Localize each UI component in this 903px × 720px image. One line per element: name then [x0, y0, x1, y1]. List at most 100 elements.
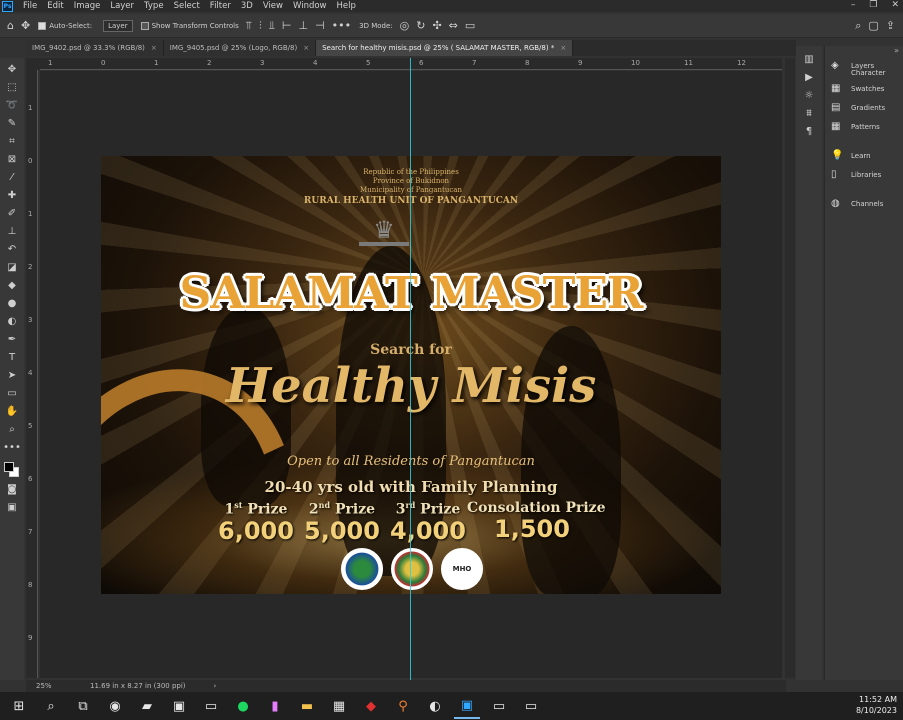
- paragraph-icon[interactable]: ¶: [799, 122, 819, 140]
- workspace-icon[interactable]: ▢: [868, 19, 878, 32]
- vertical-ruler[interactable]: 1 0 1 2 3 4 5 6 7 8 9: [26, 70, 38, 678]
- align-left-icon[interactable]: ⊢: [282, 19, 292, 32]
- app-launcher-icon[interactable]: ◉: [102, 693, 128, 719]
- status-menu-arrow-icon[interactable]: ›: [214, 682, 217, 690]
- vertical-guide-line[interactable]: [410, 58, 411, 680]
- menu-help[interactable]: Help: [332, 1, 361, 11]
- menu-3d[interactable]: 3D: [236, 1, 258, 11]
- panel-patterns[interactable]: ▦ Patterns: [825, 117, 903, 136]
- search-icon[interactable]: ⌕: [855, 19, 861, 33]
- file-explorer-icon[interactable]: ▬: [294, 693, 320, 719]
- menu-filter[interactable]: Filter: [205, 1, 236, 11]
- collapse-panels-icon[interactable]: »: [825, 46, 903, 56]
- frame-tool-icon[interactable]: ⊠: [2, 150, 22, 168]
- app-notes-icon[interactable]: ▰: [134, 693, 160, 719]
- history-brush-tool-icon[interactable]: ↶: [2, 240, 22, 258]
- rectangle-tool-icon[interactable]: ▭: [2, 384, 22, 402]
- align-bottom-icon[interactable]: ⫫: [269, 19, 275, 33]
- app-white-icon[interactable]: ▭: [486, 693, 512, 719]
- home-icon[interactable]: ⌂: [7, 19, 14, 32]
- video-camera-icon[interactable]: ▭: [465, 19, 475, 32]
- foreground-color[interactable]: [4, 462, 14, 472]
- paint-bucket-tool-icon[interactable]: ◆: [2, 276, 22, 294]
- align-top-icon[interactable]: ⫪: [246, 19, 252, 33]
- share-icon[interactable]: ⇪: [886, 19, 895, 32]
- healing-brush-tool-icon[interactable]: ✚: [2, 186, 22, 204]
- actions-play-icon[interactable]: ▶: [799, 68, 819, 86]
- app-red-icon[interactable]: ◆: [358, 693, 384, 719]
- stamp-tool-icon[interactable]: ⊥: [2, 222, 22, 240]
- tab-search-healthy-misis[interactable]: Search for healthy misis.psd @ 25% ( SAL…: [316, 40, 574, 56]
- move-tool-icon[interactable]: ✥: [2, 60, 22, 78]
- horizontal-ruler[interactable]: 1 0 1 2 3 4 5 6 7 8 9 10 11 12: [40, 58, 782, 70]
- menu-file[interactable]: File: [18, 1, 42, 11]
- close-tab-icon[interactable]: ×: [151, 44, 157, 52]
- properties-icon[interactable]: ⩩: [799, 104, 819, 122]
- poster-artwork[interactable]: ♛ Republic of the Philippines Province o…: [101, 156, 721, 594]
- windows-start-icon[interactable]: ⊞: [6, 693, 32, 719]
- more-options-icon[interactable]: •••: [332, 19, 351, 32]
- premiere-pro-icon[interactable]: ▮: [262, 693, 288, 719]
- eraser-tool-icon[interactable]: ◪: [2, 258, 22, 276]
- hand-tool-icon[interactable]: ✋: [2, 402, 22, 420]
- tab-img-9402[interactable]: IMG_9402.psd @ 33.3% (RGB/8) ×: [26, 40, 164, 56]
- brush-tool-icon[interactable]: ✐: [2, 204, 22, 222]
- layer-select[interactable]: Layer: [100, 19, 133, 32]
- drag-3d-icon[interactable]: ✣: [432, 19, 441, 32]
- menu-select[interactable]: Select: [169, 1, 205, 11]
- dodge-tool-icon[interactable]: ◐: [2, 312, 22, 330]
- zoom-tool-icon[interactable]: ⌕: [2, 420, 22, 438]
- close-tab-icon[interactable]: ×: [303, 44, 309, 52]
- restore-button[interactable]: ❐: [869, 0, 877, 10]
- orbit-3d-icon[interactable]: ◎: [400, 19, 410, 32]
- photoshop-taskbar-icon[interactable]: ▣: [454, 693, 480, 719]
- panel-libraries[interactable]: ▯ Libraries: [825, 165, 903, 184]
- search-icon[interactable]: ⌕: [38, 693, 64, 719]
- color-swatches[interactable]: [2, 460, 22, 480]
- pen-tool-icon[interactable]: ✒: [2, 330, 22, 348]
- menu-edit[interactable]: Edit: [42, 1, 68, 11]
- panel-channels[interactable]: ◍ Channels: [825, 194, 903, 213]
- eyedropper-tool-icon[interactable]: ⁄: [2, 168, 22, 186]
- marquee-tool-icon[interactable]: ⬚: [2, 78, 22, 96]
- type-tool-icon[interactable]: T: [2, 348, 22, 366]
- auto-select-checkbox[interactable]: Auto-Select:: [38, 21, 92, 30]
- move-tool-icon[interactable]: ✥: [21, 19, 30, 32]
- show-transform-checkbox[interactable]: Show Transform Controls: [140, 21, 239, 30]
- minimize-button[interactable]: –: [851, 0, 856, 10]
- close-tab-icon[interactable]: ×: [560, 44, 566, 52]
- app-calendar-icon[interactable]: ▦: [326, 693, 352, 719]
- blur-tool-icon[interactable]: ●: [2, 294, 22, 312]
- app-network-icon[interactable]: ▣: [166, 693, 192, 719]
- panel-swatches[interactable]: ▦ Swatches: [825, 79, 903, 98]
- roll-3d-icon[interactable]: ↻: [416, 19, 425, 32]
- adjustments-icon[interactable]: ☼: [799, 86, 819, 104]
- lasso-tool-icon[interactable]: ➰: [2, 96, 22, 114]
- menu-type[interactable]: Type: [139, 1, 169, 11]
- quick-mask-icon[interactable]: ◙: [2, 480, 22, 498]
- menu-image[interactable]: Image: [69, 1, 106, 11]
- panel-gradients[interactable]: ▤ Gradients: [825, 98, 903, 117]
- align-middle-icon[interactable]: ⫶: [259, 19, 262, 33]
- app-paint-icon[interactable]: ◐: [422, 693, 448, 719]
- panel-learn[interactable]: 💡 Learn: [825, 146, 903, 165]
- menu-window[interactable]: Window: [288, 1, 332, 11]
- tab-img-9405[interactable]: IMG_9405.psd @ 25% (Logo, RGB/8) ×: [163, 40, 317, 56]
- menu-layer[interactable]: Layer: [105, 1, 139, 11]
- crop-tool-icon[interactable]: ⌗: [2, 132, 22, 150]
- screen-mode-icon[interactable]: ▣: [2, 498, 22, 516]
- task-view-icon[interactable]: ⧉: [70, 693, 96, 719]
- slide-3d-icon[interactable]: ⇔: [449, 19, 458, 32]
- spotify-icon[interactable]: ●: [230, 693, 256, 719]
- system-tray-clock[interactable]: 11:52 AM 8/10/2023: [856, 694, 897, 716]
- zoom-level[interactable]: 25%: [36, 682, 76, 690]
- menu-view[interactable]: View: [258, 1, 288, 11]
- quick-select-tool-icon[interactable]: ✎: [2, 114, 22, 132]
- app-search-orange-icon[interactable]: ⚲: [390, 693, 416, 719]
- history-panel-icon[interactable]: ▥: [799, 50, 819, 68]
- vertical-scrollbar[interactable]: [785, 58, 795, 678]
- app-dark-icon[interactable]: ▭: [518, 693, 544, 719]
- close-button[interactable]: ✕: [891, 0, 899, 10]
- align-center-icon[interactable]: ⊥: [298, 19, 308, 32]
- path-select-tool-icon[interactable]: ➤: [2, 366, 22, 384]
